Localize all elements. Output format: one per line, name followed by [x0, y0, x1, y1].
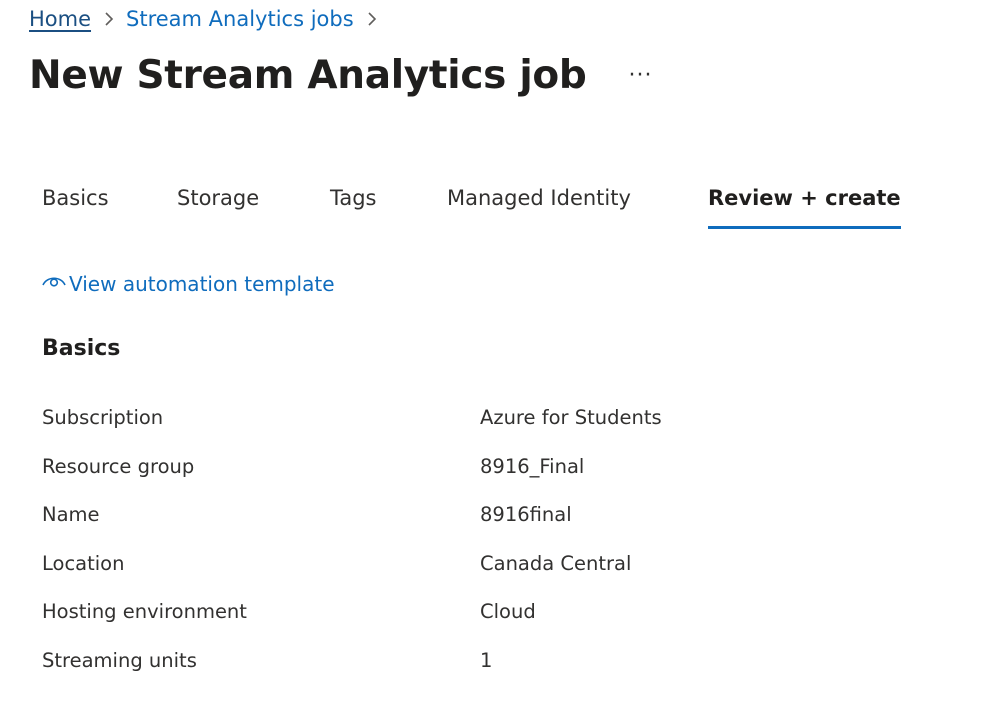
summary-value: Canada Central [480, 551, 632, 575]
summary-row-subscription: Subscription Azure for Students [42, 396, 842, 445]
basics-section-heading: Basics [42, 336, 121, 361]
tab-basics[interactable]: Basics [42, 176, 109, 226]
basics-summary: Subscription Azure for Students Resource… [42, 396, 842, 687]
view-automation-template-label: View automation template [69, 272, 335, 296]
tab-managed-identity[interactable]: Managed Identity [447, 176, 631, 226]
summary-label: Subscription [42, 406, 164, 429]
chevron-right-icon [104, 11, 114, 27]
summary-value: Azure for Students [480, 406, 662, 429]
summary-row-streaming-units: Streaming units 1 [42, 639, 842, 688]
page: Home Stream Analytics jobs New Stream An… [0, 0, 999, 708]
more-options-button[interactable]: ··· [625, 62, 657, 90]
summary-label: Hosting environment [42, 600, 247, 623]
summary-row-location: Location Canada Central [42, 542, 842, 591]
tab-tags[interactable]: Tags [330, 176, 377, 226]
summary-label: Name [42, 503, 100, 526]
eye-icon [41, 273, 67, 289]
summary-value: Cloud [480, 600, 536, 623]
view-automation-template-link[interactable]: View automation template [41, 272, 335, 296]
summary-label: Streaming units [42, 648, 197, 672]
breadcrumb-stream-analytics-jobs-link[interactable]: Stream Analytics jobs [126, 7, 354, 31]
breadcrumb-home-link[interactable]: Home [29, 7, 91, 31]
tab-storage[interactable]: Storage [177, 176, 259, 226]
summary-label: Location [42, 551, 125, 575]
page-title: New Stream Analytics job [29, 53, 587, 98]
summary-row-name: Name 8916final [42, 493, 842, 542]
summary-value: 8916_Final [480, 454, 585, 478]
tab-review-create[interactable]: Review + create [708, 176, 901, 229]
breadcrumb: Home Stream Analytics jobs [29, 2, 389, 36]
chevron-right-icon [367, 11, 377, 27]
title-row: New Stream Analytics job ··· [29, 50, 657, 102]
summary-row-hosting-environment: Hosting environment Cloud [42, 590, 842, 639]
summary-value: 1 [480, 648, 493, 672]
summary-value: 8916final [480, 503, 572, 526]
summary-label: Resource group [42, 454, 195, 478]
summary-row-resource-group: Resource group 8916_Final [42, 445, 842, 494]
